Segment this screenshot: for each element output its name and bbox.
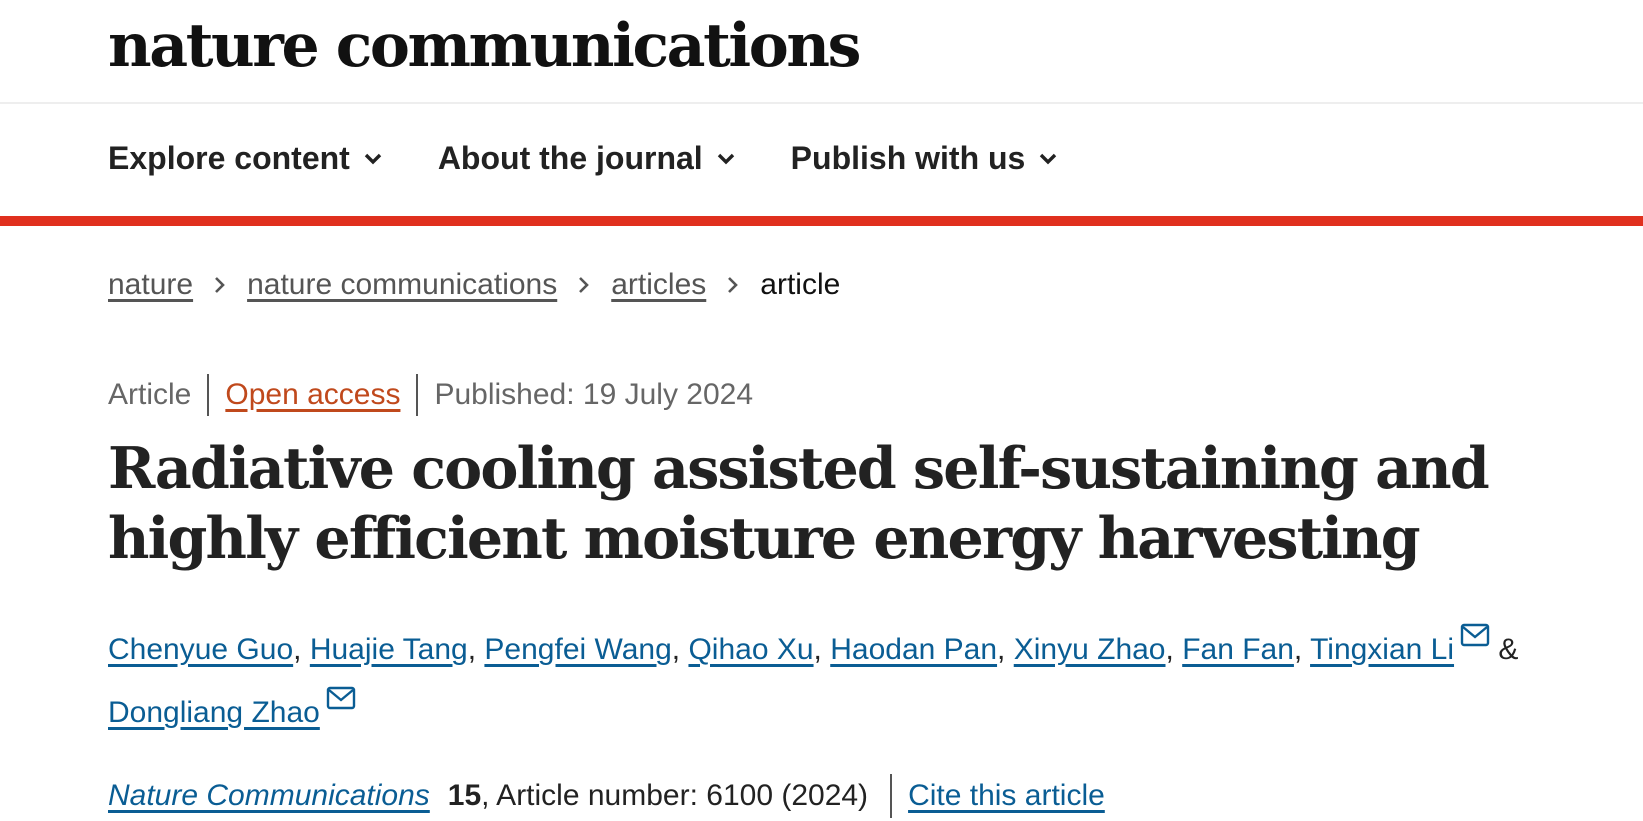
author-entry: Fan Fan, — [1182, 633, 1302, 666]
chevron-down-icon — [1040, 153, 1057, 164]
breadcrumb-nature-communications[interactable]: nature communications — [247, 268, 557, 302]
author-link[interactable]: Fan Fan — [1182, 633, 1294, 666]
author-entry: Dongliang Zhao — [108, 686, 356, 729]
envelope-icon[interactable] — [326, 686, 356, 710]
author-link[interactable]: Xinyu Zhao — [1014, 633, 1166, 666]
chevron-right-icon — [579, 277, 590, 293]
breadcrumb-current: article — [760, 268, 841, 301]
author-list: Chenyue Guo, Huajie Tang, Pengfei Wang, … — [108, 618, 1598, 744]
author-separator: , — [467, 633, 477, 666]
volume-number: 15 — [447, 779, 482, 812]
author-link[interactable]: Pengfei Wang — [484, 633, 671, 666]
author-link[interactable]: Tingxian Li — [1310, 633, 1454, 666]
article-meta: Article Open access Published: 19 July 2… — [108, 374, 753, 416]
author-separator: , — [1165, 633, 1174, 666]
breadcrumb-nature[interactable]: nature — [108, 268, 193, 302]
nav-label: Explore content — [108, 140, 350, 176]
author-entry: Pengfei Wang, — [484, 633, 680, 666]
nav-label: About the journal — [437, 140, 703, 176]
meta-divider — [207, 374, 210, 416]
author-entry: Xinyu Zhao, — [1014, 633, 1174, 666]
author-link[interactable]: Huajie Tang — [310, 633, 468, 666]
nav-publish-with-us[interactable]: Publish with us — [791, 140, 1060, 177]
author-separator: , — [813, 633, 822, 666]
author-separator: , — [997, 633, 1006, 666]
author-link[interactable]: Haodan Pan — [830, 633, 997, 666]
envelope-icon[interactable] — [1460, 623, 1490, 647]
journal-logo[interactable]: nature communications — [108, 6, 861, 86]
nav-about-journal[interactable]: About the journal — [438, 140, 737, 177]
author-entry: Huajie Tang, — [310, 633, 476, 666]
open-access-link[interactable]: Open access — [225, 378, 400, 412]
citation-divider — [890, 774, 893, 818]
author-entry: Tingxian Li — [1310, 623, 1490, 666]
author-separator: , — [293, 633, 302, 666]
cite-this-article-link[interactable]: Cite this article — [908, 779, 1105, 813]
nav-label: Publish with us — [790, 140, 1026, 176]
author-link[interactable]: Dongliang Zhao — [108, 696, 320, 729]
published-date: Published: 19 July 2024 — [434, 378, 754, 411]
author-link[interactable]: Qihao Xu — [688, 633, 813, 666]
breadcrumb-articles[interactable]: articles — [611, 268, 706, 302]
chevron-down-icon — [717, 153, 734, 164]
breadcrumb: nature nature communications articles ar… — [108, 268, 840, 302]
author-entry: Chenyue Guo, — [108, 633, 301, 666]
author-link[interactable]: Chenyue Guo — [108, 633, 293, 666]
chevron-right-icon — [215, 277, 225, 293]
site-header: nature communications — [0, 0, 1643, 104]
nav-explore-content[interactable]: Explore content — [108, 140, 384, 177]
main-nav: Explore content About the journal Publis… — [0, 104, 1643, 226]
journal-link[interactable]: Nature Communications — [108, 779, 430, 813]
author-entry: Qihao Xu, — [688, 633, 821, 666]
author-entry: Haodan Pan, — [830, 633, 1005, 666]
author-separator: , — [671, 633, 681, 666]
citation-line: Nature Communications 15 , Article numbe… — [108, 774, 1105, 818]
article-type: Article — [108, 378, 192, 411]
chevron-down-icon — [364, 153, 382, 164]
chevron-right-icon — [728, 277, 739, 293]
author-separator: , — [1293, 633, 1303, 666]
meta-divider — [416, 374, 419, 416]
article-number: , Article number: 6100 (2024) — [481, 779, 869, 812]
article-title: Radiative cooling assisted self-sustaini… — [108, 435, 1490, 572]
author-last-separator: & — [1490, 633, 1519, 666]
